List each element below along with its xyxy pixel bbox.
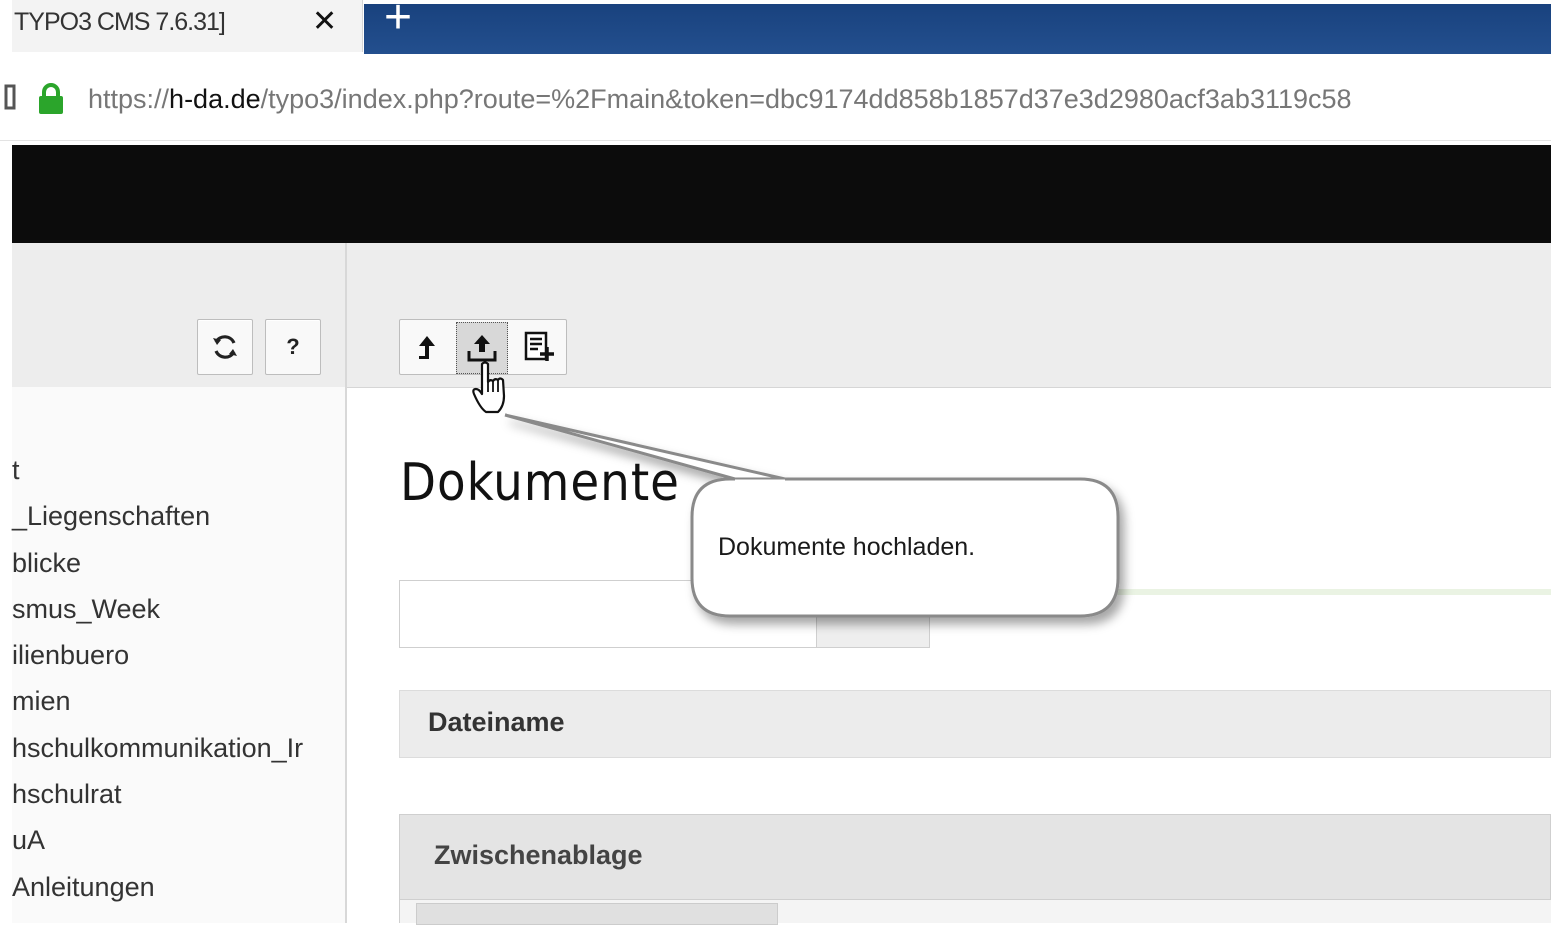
- page-title: Dokumente: [400, 453, 680, 513]
- tree-item[interactable]: ilienbuero: [12, 640, 129, 671]
- file-list-module: Dokumente Dateiname Zwischenablage: [347, 243, 1551, 925]
- search-input[interactable]: [399, 580, 817, 648]
- callout-text: Dokumente hochladen.: [718, 533, 976, 561]
- clipboard-content: [399, 900, 1551, 925]
- new-tab-icon[interactable]: +: [384, 0, 412, 45]
- url-field[interactable]: https://h-da.de/typo3/index.php?route=%2…: [88, 84, 1352, 115]
- clipboard-panel: Zwischenablage: [399, 814, 1551, 900]
- column-header-filename[interactable]: Dateiname: [428, 707, 565, 738]
- create-new-file-button[interactable]: [512, 320, 566, 374]
- browser-tab-strip: TYPO3 CMS 7.6.31] ✕ +: [0, 0, 1551, 58]
- page-tree-panel: ? t _Liegenschaften blicke smus_Week ili…: [12, 243, 347, 923]
- search-button[interactable]: [816, 580, 930, 648]
- tree-item[interactable]: uA: [12, 825, 45, 856]
- help-button[interactable]: ?: [265, 319, 321, 375]
- clipboard-tab[interactable]: [416, 903, 778, 925]
- tab-close-icon[interactable]: ✕: [312, 4, 337, 39]
- tree-item[interactable]: Anleitungen: [12, 872, 155, 903]
- new-file-icon: [524, 331, 554, 361]
- hand-cursor-icon: [472, 361, 506, 414]
- refresh-button[interactable]: [197, 319, 253, 375]
- tree-item[interactable]: smus_Week: [12, 594, 160, 625]
- refresh-icon: [213, 335, 237, 359]
- info-strip: [1117, 589, 1551, 595]
- typo3-top-bar: [12, 145, 1551, 243]
- tree-item[interactable]: hschulkommunikation_Ir: [12, 733, 303, 764]
- up-one-level-button[interactable]: [400, 320, 454, 374]
- page-info-icon[interactable]: [0, 80, 22, 114]
- address-bar: https://h-da.de/typo3/index.php?route=%2…: [0, 62, 1551, 141]
- page-tree-toolbar: ?: [12, 243, 345, 388]
- browser-tab[interactable]: TYPO3 CMS 7.6.31] ✕: [12, 0, 363, 52]
- tree-item[interactable]: mien: [12, 686, 71, 717]
- clipboard-title[interactable]: Zwischenablage: [434, 840, 643, 871]
- tree-item[interactable]: hschulrat: [12, 779, 122, 810]
- browser-tab-title: TYPO3 CMS 7.6.31]: [14, 8, 226, 36]
- url-host: h-da.de: [169, 84, 261, 114]
- file-table-header: Dateiname: [399, 690, 1551, 758]
- module-toolbar: [347, 243, 1551, 388]
- lock-icon: [39, 83, 63, 114]
- up-arrow-icon: [419, 336, 435, 359]
- tab-bar-background: +: [364, 0, 1551, 54]
- url-path: /typo3/index.php?route=%2Fmain&token=dbc…: [260, 84, 1352, 114]
- tree-item[interactable]: _Liegenschaften: [12, 501, 210, 532]
- tree-item[interactable]: blicke: [12, 548, 81, 579]
- tree-item[interactable]: t: [12, 455, 20, 486]
- help-icon: ?: [286, 334, 300, 359]
- page-tree: t _Liegenschaften blicke smus_Week ilien…: [12, 387, 345, 923]
- url-scheme: https://: [88, 84, 170, 114]
